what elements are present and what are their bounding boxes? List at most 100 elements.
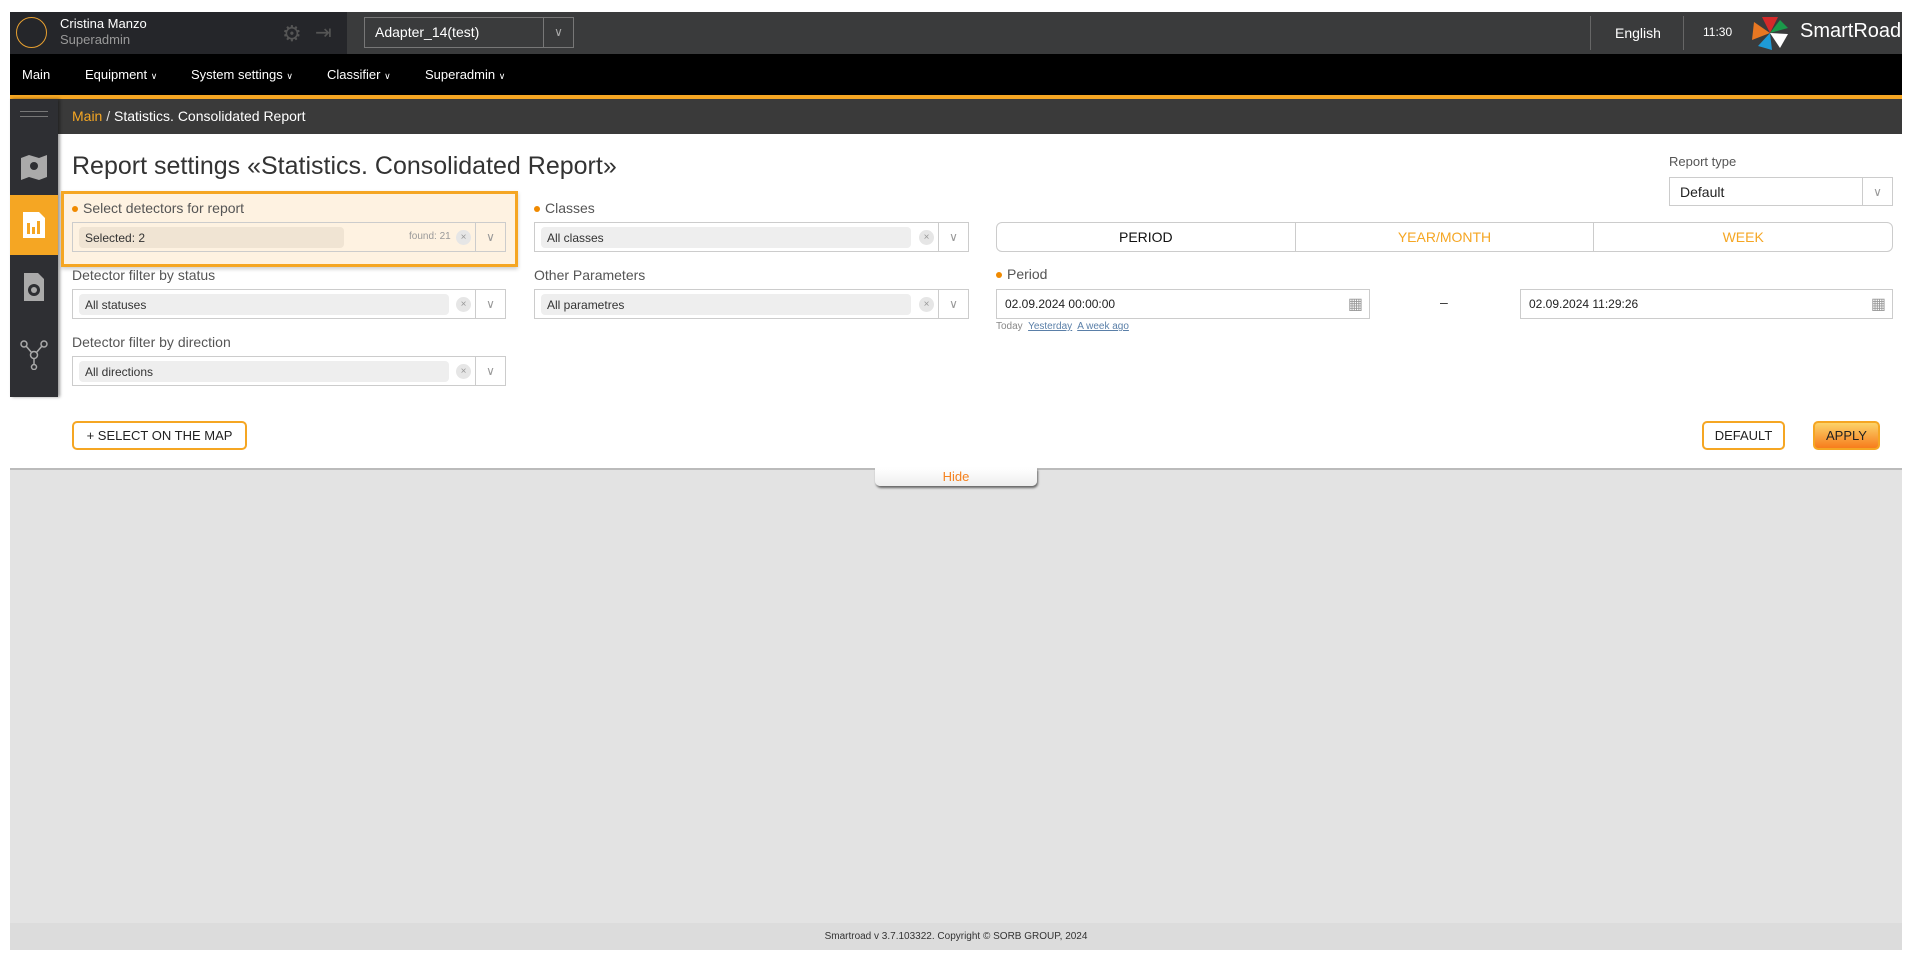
direction-select[interactable]: All directions × ∨: [72, 356, 506, 386]
period-to-input[interactable]: 02.09.2024 11:29:26 ▦: [1520, 289, 1893, 319]
page-title: Report settings «Statistics. Consolidate…: [72, 152, 617, 180]
chevron-down-icon[interactable]: ∨: [475, 290, 505, 318]
classes-select[interactable]: All classes × ∨: [534, 222, 969, 252]
chevron-down-icon: ∨: [498, 71, 506, 81]
sidebar: [10, 99, 58, 397]
calendar-icon[interactable]: ▦: [1871, 294, 1886, 314]
gear-icon[interactable]: ⚙: [282, 21, 302, 47]
chevron-down-icon[interactable]: ∨: [938, 223, 968, 251]
required-dot: [534, 206, 540, 213]
classes-value: All classes: [541, 227, 911, 248]
period-from-value: 02.09.2024 00:00:00: [1005, 297, 1116, 311]
logout-icon[interactable]: ⇥: [315, 20, 332, 45]
found-count: found: 21: [409, 231, 451, 242]
divider: [1590, 16, 1591, 50]
apply-button[interactable]: APPLY: [1813, 421, 1880, 450]
quick-today[interactable]: Today: [996, 321, 1023, 332]
chevron-down-icon: ∨: [150, 71, 158, 81]
classes-label: Classes: [534, 200, 595, 216]
period-from-input[interactable]: 02.09.2024 00:00:00 ▦: [996, 289, 1370, 319]
nav-label: System settings: [191, 67, 283, 82]
default-button[interactable]: DEFAULT: [1702, 421, 1785, 450]
nav-classifier[interactable]: Classifier ∨: [327, 67, 391, 82]
hide-button[interactable]: Hide: [875, 468, 1037, 486]
sidebar-item-reports[interactable]: [10, 195, 58, 255]
quick-week-ago[interactable]: A week ago: [1077, 321, 1129, 332]
sidebar-item-camera[interactable]: [10, 257, 58, 317]
smartroad-logo-icon: [1752, 17, 1788, 50]
chevron-down-icon[interactable]: ∨: [475, 357, 505, 385]
select-on-map-button[interactable]: + SELECT ON THE MAP: [72, 421, 247, 450]
required-dot: [996, 272, 1002, 279]
breadcrumb-current: Statistics. Consolidated Report: [114, 108, 306, 124]
tab-week[interactable]: WEEK: [1594, 223, 1892, 251]
period-label: Period: [996, 266, 1047, 282]
direction-label: Detector filter by direction: [72, 334, 231, 350]
report-type-label: Report type: [1669, 154, 1737, 169]
period-to-value: 02.09.2024 11:29:26: [1529, 297, 1639, 311]
clear-icon[interactable]: ×: [919, 297, 934, 312]
detectors-select[interactable]: Selected: 2 found: 21 × ∨: [72, 222, 506, 252]
network-icon: [20, 340, 48, 370]
clock: 11:30: [1703, 25, 1733, 39]
adapter-select[interactable]: Adapter_14(test) ∨: [364, 17, 574, 48]
nav-main[interactable]: Main: [22, 67, 50, 82]
chevron-down-icon[interactable]: ∨: [938, 290, 968, 318]
tab-year-month[interactable]: YEAR/MONTH: [1296, 223, 1595, 251]
breadcrumb-home[interactable]: Main: [72, 108, 102, 124]
report-type-select[interactable]: Default ∨: [1669, 177, 1893, 206]
other-parameters-label: Other Parameters: [534, 267, 646, 283]
nav-superadmin[interactable]: Superadmin ∨: [425, 67, 505, 82]
period-tabs: PERIOD YEAR/MONTH WEEK: [996, 222, 1893, 252]
status-select[interactable]: All statuses × ∨: [72, 289, 506, 319]
clear-icon[interactable]: ×: [456, 230, 471, 245]
period-dash: –: [1440, 294, 1448, 310]
user-role: Superadmin: [60, 32, 131, 47]
status-value: All statuses: [79, 294, 449, 315]
sidebar-item-map[interactable]: [10, 137, 58, 197]
main-nav: Main Equipment ∨ System settings ∨ Class…: [10, 54, 1902, 95]
nav-label: Classifier: [327, 67, 381, 82]
required-dot: [72, 206, 78, 213]
clear-icon[interactable]: ×: [456, 297, 471, 312]
user-box: Cristina Manzo Superadmin ⚙ ⇥: [10, 12, 347, 54]
footer: Smartroad v 3.7.103322. Copyright © SORB…: [10, 923, 1902, 950]
camera-icon: [24, 273, 44, 301]
nav-label: Equipment: [85, 67, 148, 82]
chevron-down-icon: ∨: [1862, 178, 1892, 206]
status-label: Detector filter by status: [72, 267, 216, 283]
clear-icon[interactable]: ×: [456, 364, 471, 379]
quick-period-links: Today Yesterday A week ago: [996, 321, 1129, 332]
label-text: Select detectors for report: [83, 200, 245, 216]
chevron-down-icon: ∨: [384, 71, 391, 81]
brand-name: SmartRoad: [1800, 20, 1902, 42]
avatar-icon[interactable]: [16, 17, 47, 48]
language-select[interactable]: English: [1615, 25, 1661, 41]
results-area: [10, 468, 1902, 923]
nav-system-settings[interactable]: System settings ∨: [191, 67, 293, 82]
direction-value: All directions: [79, 361, 449, 382]
detectors-label: Select detectors for report: [72, 200, 244, 216]
other-parameters-value: All parametres: [541, 294, 911, 315]
nav-equipment[interactable]: Equipment ∨: [85, 67, 157, 82]
calendar-icon[interactable]: ▦: [1348, 294, 1363, 314]
map-icon: [21, 155, 47, 180]
label-text: Period: [1007, 266, 1048, 282]
chevron-down-icon: ∨: [286, 71, 293, 81]
breadcrumb-separator: /: [106, 108, 111, 124]
divider: [1683, 16, 1684, 50]
breadcrumb: Main / Statistics. Consolidated Report: [10, 99, 1902, 134]
chevron-down-icon[interactable]: ∨: [475, 223, 505, 251]
report-type-value: Default: [1680, 184, 1725, 200]
quick-yesterday[interactable]: Yesterday: [1028, 321, 1072, 332]
tab-period[interactable]: PERIOD: [997, 223, 1296, 251]
top-bar: Cristina Manzo Superadmin ⚙ ⇥ Adapter_14…: [10, 12, 1902, 54]
clear-icon[interactable]: ×: [919, 230, 934, 245]
user-name: Cristina Manzo: [60, 16, 147, 31]
nav-label: Superadmin: [425, 67, 496, 82]
label-text: Classes: [545, 200, 595, 216]
hamburger-icon[interactable]: [20, 111, 48, 117]
chevron-down-icon: ∨: [543, 18, 573, 47]
other-parameters-select[interactable]: All parametres × ∨: [534, 289, 969, 319]
sidebar-item-network[interactable]: [10, 325, 58, 385]
